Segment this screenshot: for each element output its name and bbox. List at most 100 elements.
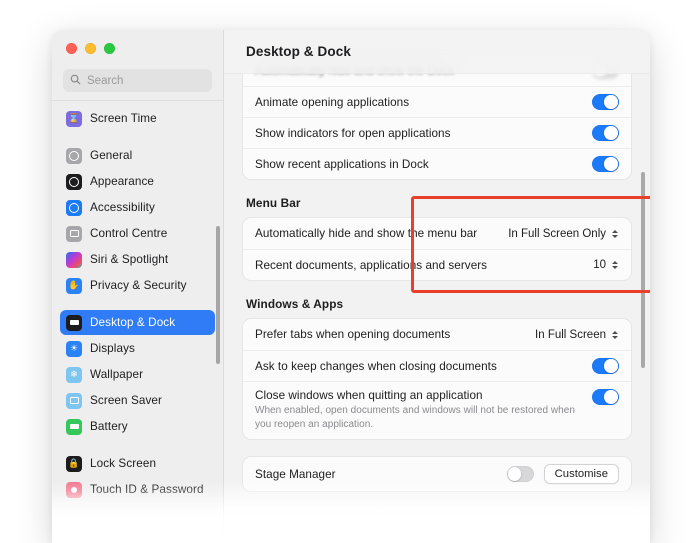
sidebar-item-appearance[interactable]: Appearance (60, 169, 215, 194)
section-title-windows-apps: Windows & Apps (246, 297, 344, 311)
system-settings-window: ⌛ Screen Time General Appearance Accessi… (52, 30, 650, 543)
sidebar-item-general[interactable]: General (60, 143, 215, 168)
search-container (52, 64, 223, 92)
row-prefer-tabs[interactable]: Prefer tabs when opening documents In Fu… (243, 319, 631, 350)
lock-screen-icon: 🔒 (66, 455, 82, 472)
sidebar-item-screen-saver[interactable]: Screen Saver (60, 388, 215, 413)
popup-prefer-tabs[interactable]: In Full Screen (535, 329, 619, 341)
sidebar-item-label: Control Centre (90, 227, 168, 240)
sidebar-item-label: Screen Time (90, 112, 157, 125)
row-description: When enabled, open documents and windows… (255, 405, 575, 430)
row-control (592, 125, 619, 141)
sidebar-item-screen-time[interactable]: ⌛ Screen Time (60, 106, 215, 131)
toggle-stage-manager[interactable] (506, 466, 534, 482)
siri-spotlight-icon (66, 251, 82, 268)
search-box[interactable] (63, 69, 212, 92)
toggle-animate-opening-applications[interactable] (592, 94, 619, 110)
battery-icon (66, 418, 82, 435)
sidebar: ⌛ Screen Time General Appearance Accessi… (52, 30, 224, 543)
control-centre-icon (66, 225, 82, 242)
sidebar-item-label: Desktop & Dock (90, 316, 176, 329)
sidebar-item-lock-screen[interactable]: 🔒 Lock Screen (60, 451, 215, 476)
chevron-up-down-icon (610, 330, 619, 339)
general-icon (66, 147, 82, 164)
row-ask-keep-changes[interactable]: Ask to keep changes when closing documen… (243, 350, 631, 381)
settings-scroll-area[interactable]: Automatically hide and show the Dock Ani… (224, 30, 650, 543)
sidebar-item-label: Screen Saver (90, 394, 163, 407)
close-button[interactable] (66, 43, 77, 54)
sidebar-item-displays[interactable]: ☀ Displays (60, 336, 215, 361)
sidebar-item-wallpaper[interactable]: ❄ Wallpaper (60, 362, 215, 387)
search-icon (70, 72, 81, 90)
chevron-up-down-icon (610, 261, 619, 269)
sidebar-item-desktop-dock[interactable]: Desktop & Dock (60, 310, 215, 335)
sidebar-item-label: Wallpaper (90, 368, 144, 381)
sidebar-item-label: Privacy & Security (90, 279, 187, 292)
sidebar-item-touch-id-password[interactable]: Touch ID & Password (60, 477, 215, 502)
sidebar-item-label: Accessibility (90, 201, 155, 214)
sidebar-item-label: General (90, 149, 133, 162)
sidebar-item-privacy-security[interactable]: ✋ Privacy & Security (60, 273, 215, 298)
popup-value: In Full Screen Only (508, 227, 606, 240)
row-label: Ask to keep changes when closing documen… (255, 359, 497, 373)
search-input[interactable] (87, 74, 205, 87)
row-label: Prefer tabs when opening documents (255, 328, 451, 341)
row-show-indicators[interactable]: Show indicators for open applications (243, 117, 631, 148)
sidebar-item-siri-spotlight[interactable]: Siri & Spotlight (60, 247, 215, 272)
page-title: Desktop & Dock (246, 44, 351, 59)
row-animate-opening-applications[interactable]: Animate opening applications (243, 86, 631, 117)
sidebar-item-accessibility[interactable]: Accessibility (60, 195, 215, 220)
row-control (592, 358, 619, 374)
row-stage-manager[interactable]: Stage Manager Customise (243, 457, 631, 491)
toggle-show-indicators[interactable] (592, 125, 619, 141)
row-label: Recent documents, applications and serve… (255, 258, 488, 272)
sidebar-item-label: Lock Screen (90, 457, 157, 470)
sidebar-item-label: Siri & Spotlight (90, 253, 169, 266)
stepper-value: 10 (593, 259, 606, 271)
main-pane: Automatically hide and show the Dock Ani… (224, 30, 650, 543)
sidebar-item-label: Touch ID & Password (90, 483, 204, 496)
sidebar-list: ⌛ Screen Time General Appearance Accessi… (52, 101, 223, 502)
popup-value: In Full Screen (535, 328, 606, 341)
row-label: Stage Manager (255, 467, 336, 481)
menu-bar-settings-group: Automatically hide and show the menu bar… (242, 217, 632, 281)
screen-time-icon: ⌛ (66, 110, 82, 127)
sidebar-scrollbar[interactable] (216, 226, 220, 364)
maximize-button[interactable] (104, 43, 115, 54)
row-label: Automatically hide and show the menu bar (255, 227, 478, 240)
row-control: In Full Screen (535, 329, 619, 341)
accessibility-icon (66, 199, 82, 216)
main-scrollbar[interactable] (641, 172, 645, 368)
sidebar-item-label: Appearance (90, 175, 155, 188)
customise-button[interactable]: Customise (543, 464, 619, 484)
row-close-windows-quitting[interactable]: Close windows when quitting an applicati… (243, 381, 631, 439)
touch-id-icon (66, 481, 82, 498)
row-control (592, 389, 619, 405)
toggle-show-recent-applications[interactable] (592, 156, 619, 172)
stage-manager-group: Stage Manager Customise (242, 456, 632, 492)
screen-saver-icon (66, 392, 82, 409)
sidebar-item-battery[interactable]: Battery (60, 414, 215, 439)
toggle-ask-keep-changes[interactable] (592, 358, 619, 374)
row-auto-hide-menu-bar[interactable]: Automatically hide and show the menu bar… (243, 218, 631, 249)
row-label: Close windows when quitting an applicati… (255, 389, 483, 402)
toggle-close-windows-quitting[interactable] (592, 389, 619, 405)
row-control: Customise (506, 464, 619, 484)
row-label: Show recent applications in Dock (255, 157, 429, 171)
privacy-security-icon: ✋ (66, 277, 82, 294)
row-label: Animate opening applications (255, 95, 410, 109)
section-title-menu-bar: Menu Bar (246, 196, 301, 210)
desktop-dock-icon (66, 314, 82, 331)
stepper-recent-documents[interactable]: 10 (593, 259, 619, 271)
chevron-up-down-icon (610, 229, 619, 238)
displays-icon: ☀ (66, 340, 82, 357)
sidebar-item-control-centre[interactable]: Control Centre (60, 221, 215, 246)
popup-auto-hide-menu-bar[interactable]: In Full Screen Only (508, 228, 619, 240)
main-header: Desktop & Dock (224, 30, 650, 74)
row-show-recent-applications[interactable]: Show recent applications in Dock (243, 148, 631, 179)
row-recent-documents[interactable]: Recent documents, applications and serve… (243, 249, 631, 280)
minimize-button[interactable] (85, 43, 96, 54)
